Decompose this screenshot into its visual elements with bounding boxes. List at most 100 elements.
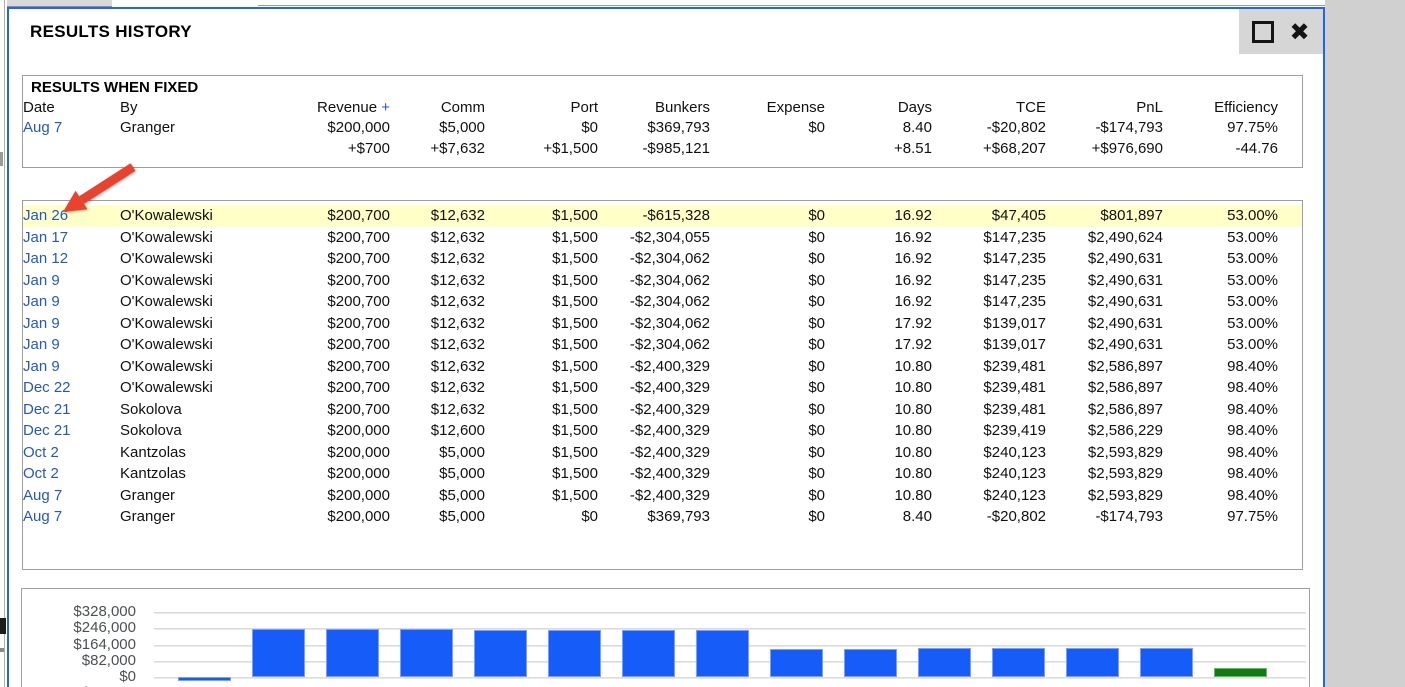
history-by-cell: Kantzolas	[120, 463, 255, 485]
history-efficiency-cell: 98.40%	[1163, 399, 1278, 421]
history-date-link[interactable]: Aug 7	[23, 508, 62, 525]
history-tce-cell: $147,235	[932, 291, 1046, 313]
history-date-link[interactable]: Jan 9	[23, 272, 60, 289]
history-port-cell: $1,500	[485, 205, 598, 227]
history-date-link[interactable]: Oct 2	[23, 444, 59, 461]
filler-cell	[1278, 97, 1302, 117]
history-port-cell: $1,500	[485, 420, 598, 442]
page-backdrop-top-line	[258, 0, 1325, 6]
history-pnl-cell: $2,490,624	[1046, 227, 1163, 249]
fixed-bunkers-cell: $369,793	[598, 117, 710, 137]
dialog-title: RESULTS HISTORY	[30, 22, 192, 42]
results-when-fixed-title: RESULTS WHEN FIXED	[31, 79, 198, 96]
history-days-cell: 10.80	[825, 442, 932, 464]
history-comm-cell: $12,632	[390, 313, 485, 335]
chart-bar	[548, 630, 601, 677]
maximize-icon[interactable]	[1252, 21, 1274, 43]
page-backdrop-fragment	[0, 648, 4, 652]
history-date-link[interactable]: Jan 9	[23, 358, 60, 375]
history-tce-cell: $147,235	[932, 270, 1046, 292]
fixed-port-cell: $0	[485, 117, 598, 137]
history-revenue-cell: $200,000	[255, 463, 390, 485]
history-port-cell: $1,500	[485, 227, 598, 249]
history-tce-cell: $239,419	[932, 420, 1046, 442]
history-revenue-cell: $200,000	[255, 420, 390, 442]
history-bunkers-cell: -$2,400,329	[598, 485, 710, 507]
history-pnl-cell: $2,593,829	[1046, 442, 1163, 464]
history-pnl-cell: $2,490,631	[1046, 291, 1163, 313]
page-backdrop-top-gap	[112, 0, 258, 7]
history-by-cell: O'Kowalewski	[120, 227, 255, 249]
history-expense-cell: $0	[710, 442, 825, 464]
history-comm-cell: $5,000	[390, 442, 485, 464]
history-expense-cell: $0	[710, 334, 825, 356]
page-backdrop-left-line	[4, 0, 5, 687]
fixed-pnl-cell: -$174,793	[1046, 117, 1163, 137]
fixed-date-link[interactable]: Aug 7	[23, 119, 62, 136]
history-by-cell: O'Kowalewski	[120, 356, 255, 378]
history-comm-cell: $12,632	[390, 270, 485, 292]
history-efficiency-cell: 98.40%	[1163, 420, 1278, 442]
fixed-efficiency-cell: 97.75%	[1163, 117, 1278, 137]
history-date-link[interactable]: Dec 21	[23, 401, 71, 418]
history-tce-cell: $240,123	[932, 463, 1046, 485]
history-efficiency-cell: 98.40%	[1163, 463, 1278, 485]
history-days-cell: 10.80	[825, 463, 932, 485]
table-row: Oct 2Kantzolas$200,000$5,000$1,500-$2,40…	[23, 463, 1302, 485]
y-axis-tick-label: $246,000	[22, 619, 136, 636]
history-date-link[interactable]: Dec 21	[23, 422, 71, 439]
history-table: Jan 26O'Kowalewski$200,700$12,632$1,500-…	[23, 205, 1302, 528]
results-when-fixed-table: Date By Revenue + Comm Port Bunkers Expe…	[23, 97, 1302, 159]
close-icon[interactable]: ✖	[1289, 21, 1309, 43]
history-date-link[interactable]: Dec 22	[23, 379, 71, 396]
history-comm-cell: $12,632	[390, 227, 485, 249]
history-pnl-cell: $2,490,631	[1046, 334, 1163, 356]
history-revenue-cell: $200,700	[255, 227, 390, 249]
history-tce-cell: $147,235	[932, 248, 1046, 270]
history-date-link[interactable]: Jan 12	[23, 250, 68, 267]
chart-bar	[252, 629, 305, 677]
history-days-cell: 10.80	[825, 356, 932, 378]
history-port-cell: $1,500	[485, 442, 598, 464]
history-pnl-cell: -$174,793	[1046, 506, 1163, 528]
history-efficiency-cell: 98.40%	[1163, 356, 1278, 378]
filler-cell	[1278, 137, 1302, 159]
filler-cell	[1278, 442, 1302, 464]
history-date-cell: Oct 2	[23, 442, 120, 464]
history-days-cell: 17.92	[825, 334, 932, 356]
history-efficiency-cell: 53.00%	[1163, 270, 1278, 292]
fixed-days-cell: 8.40	[825, 117, 932, 137]
history-comm-cell: $12,632	[390, 377, 485, 399]
history-date-link[interactable]: Jan 9	[23, 315, 60, 332]
delta-comm-cell: +$7,632	[390, 137, 485, 159]
history-date-link[interactable]: Jan 9	[23, 336, 60, 353]
chart-bar	[1140, 648, 1193, 677]
chart-gridline	[154, 677, 1306, 679]
history-date-link[interactable]: Jan 9	[23, 293, 60, 310]
history-date-cell: Aug 7	[23, 506, 120, 528]
history-date-cell: Jan 12	[23, 248, 120, 270]
history-date-link[interactable]: Oct 2	[23, 465, 59, 482]
history-date-link[interactable]: Jan 17	[23, 229, 68, 246]
history-tce-cell: $139,017	[932, 334, 1046, 356]
page-backdrop-fragment	[0, 618, 6, 634]
col-header-revenue[interactable]: Revenue +	[255, 97, 390, 117]
history-tce-cell: $240,123	[932, 442, 1046, 464]
sort-indicator[interactable]: +	[381, 99, 390, 116]
history-date-link[interactable]: Aug 7	[23, 487, 62, 504]
history-bunkers-cell: -$2,400,329	[598, 377, 710, 399]
history-expense-cell: $0	[710, 270, 825, 292]
table-row: Jan 9O'Kowalewski$200,700$12,632$1,500-$…	[23, 334, 1302, 356]
history-by-cell: O'Kowalewski	[120, 291, 255, 313]
history-port-cell: $1,500	[485, 291, 598, 313]
history-by-cell: O'Kowalewski	[120, 248, 255, 270]
history-port-cell: $1,500	[485, 485, 598, 507]
history-comm-cell: $5,000	[390, 463, 485, 485]
filler-cell	[1278, 205, 1302, 227]
chart-bar	[992, 648, 1045, 677]
table-row: Jan 9O'Kowalewski$200,700$12,632$1,500-$…	[23, 291, 1302, 313]
history-pnl-cell: $2,586,897	[1046, 377, 1163, 399]
col-header-port: Port	[485, 97, 598, 117]
history-efficiency-cell: 53.00%	[1163, 248, 1278, 270]
chart-bar	[178, 677, 231, 681]
